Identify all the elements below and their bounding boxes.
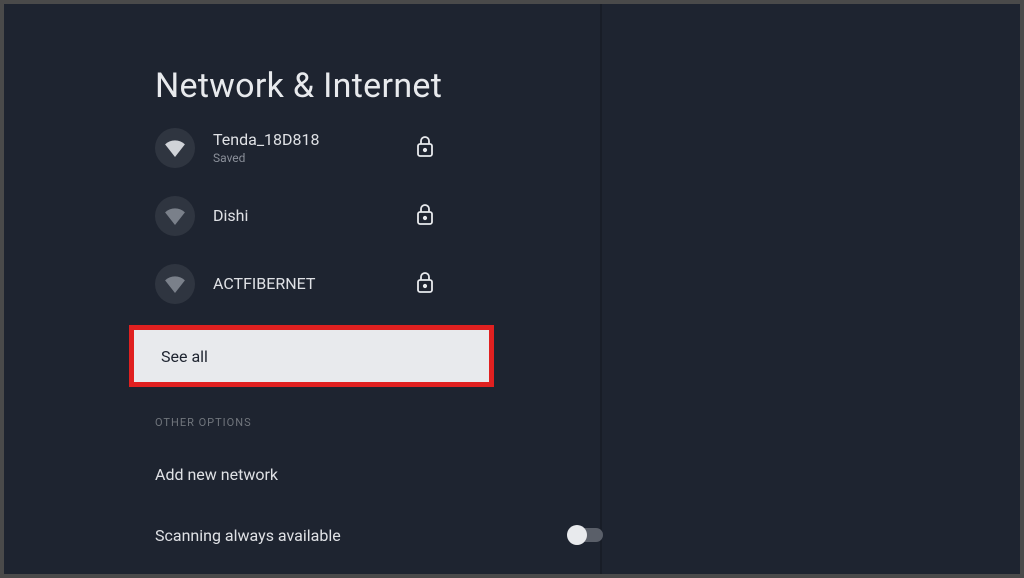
wifi-icon (155, 196, 195, 236)
add-network-label: Add new network (155, 465, 278, 484)
wifi-network-row[interactable]: Dishi (155, 193, 579, 239)
scanning-label: Scanning always available (155, 526, 341, 545)
settings-screen: Network & Internet Tenda_18D818 Saved Di… (4, 4, 1020, 574)
wifi-network-name: Dishi (213, 206, 416, 226)
network-panel: Network & Internet Tenda_18D818 Saved Di… (4, 4, 609, 574)
toggle-knob (567, 525, 587, 545)
add-network-row[interactable]: Add new network (155, 459, 579, 489)
wifi-network-text: Dishi (213, 206, 416, 226)
lock-icon (416, 135, 434, 161)
wifi-network-status: Saved (213, 151, 416, 166)
lock-icon (416, 203, 434, 229)
wifi-network-name: Tenda_18D818 (213, 130, 416, 150)
wifi-network-name: ACTFIBERNET (213, 274, 416, 294)
wifi-icon (155, 128, 195, 168)
see-all-button[interactable]: See all (129, 325, 494, 387)
other-options-header: OTHER OPTIONS (155, 416, 252, 429)
wifi-network-row[interactable]: ACTFIBERNET (155, 261, 579, 307)
wifi-network-text: Tenda_18D818 Saved (213, 130, 416, 166)
lock-icon (416, 271, 434, 297)
scanning-row[interactable]: Scanning always available (155, 520, 579, 550)
wifi-network-text: ACTFIBERNET (213, 274, 416, 294)
wifi-network-row[interactable]: Tenda_18D818 Saved (155, 125, 579, 171)
page-title: Network & Internet (155, 66, 442, 106)
see-all-label: See all (161, 347, 208, 366)
scanning-toggle[interactable] (569, 528, 603, 542)
wifi-icon (155, 264, 195, 304)
